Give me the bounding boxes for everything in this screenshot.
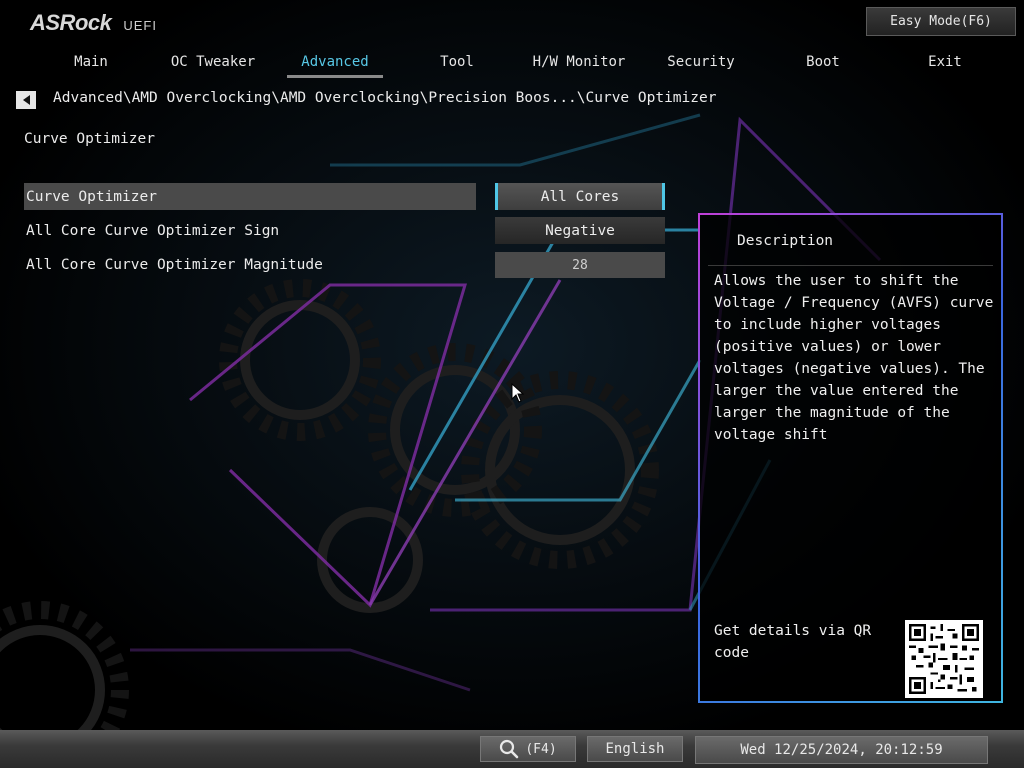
- setting-curve-optimizer-magnitude-value[interactable]: 28: [495, 252, 665, 278]
- breadcrumb: Advanced\AMD Overclocking\AMD Overclocki…: [53, 90, 717, 106]
- description-divider: [708, 265, 993, 266]
- mouse-cursor-icon: [511, 383, 525, 403]
- page-title: Curve Optimizer: [24, 131, 155, 147]
- setting-curve-optimizer-value[interactable]: All Cores: [495, 183, 665, 210]
- description-title: Description: [737, 233, 834, 249]
- setting-curve-optimizer-magnitude-label[interactable]: All Core Curve Optimizer Magnitude: [24, 251, 476, 278]
- qr-code-label: Get details via QR code: [714, 623, 872, 661]
- tab-hw-monitor[interactable]: H/W Monitor: [518, 52, 640, 78]
- setting-curve-optimizer-sign-label[interactable]: All Core Curve Optimizer Sign: [24, 217, 476, 244]
- setting-curve-optimizer-sign-value[interactable]: Negative: [495, 217, 665, 244]
- asrock-logo: ASRock UEFI: [30, 10, 157, 36]
- setting-curve-optimizer-label[interactable]: Curve Optimizer: [24, 183, 476, 210]
- main-tab-bar: Main OC Tweaker Advanced Tool H/W Monito…: [30, 52, 1016, 78]
- tab-exit[interactable]: Exit: [884, 52, 1006, 78]
- tab-advanced[interactable]: Advanced: [274, 52, 396, 78]
- description-panel: Description Allows the user to shift the…: [698, 213, 1003, 703]
- back-button[interactable]: [16, 91, 36, 109]
- qr-code-icon: [905, 620, 983, 698]
- magnifier-icon: [500, 739, 519, 759]
- tab-oc-tweaker[interactable]: OC Tweaker: [152, 52, 274, 78]
- tab-boot[interactable]: Boot: [762, 52, 884, 78]
- brand-logo-text: ASRock: [30, 10, 112, 35]
- uefi-label: UEFI: [123, 18, 157, 33]
- tab-main[interactable]: Main: [30, 52, 152, 78]
- left-arrow-icon: [22, 95, 30, 105]
- description-text: Allows the user to shift the Voltage / F…: [714, 273, 994, 443]
- search-shortcut-label: (F4): [525, 741, 557, 757]
- search-button[interactable]: (F4): [480, 736, 576, 762]
- language-button[interactable]: English: [587, 736, 683, 762]
- datetime-display: Wed 12/25/2024, 20:12:59: [695, 736, 988, 764]
- tab-tool[interactable]: Tool: [396, 52, 518, 78]
- easy-mode-button[interactable]: Easy Mode(F6): [866, 7, 1016, 36]
- tab-security[interactable]: Security: [640, 52, 762, 78]
